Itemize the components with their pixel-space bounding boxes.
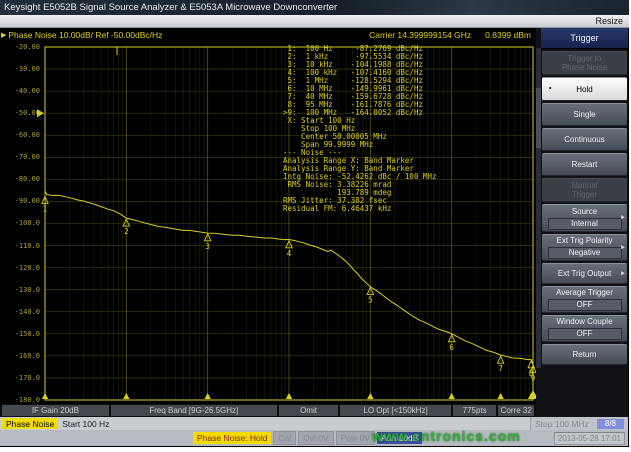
softkey-label: Hold [576, 85, 592, 94]
svg-text:2: 2 [124, 227, 129, 236]
carrier-power-readout: 0.8399 dBm [485, 30, 531, 40]
submenu-arrow-icon: ▶ [621, 243, 625, 252]
ref-level-arrow-icon [37, 109, 44, 117]
softkey-label: Restart [572, 160, 598, 169]
svg-text:6: 6 [449, 343, 454, 352]
softkey-value: OFF [548, 299, 622, 311]
svg-text:3: 3 [205, 242, 210, 251]
status-chip-cal: Cal [273, 431, 296, 445]
softkey-label: Ext Trig Output [558, 269, 611, 278]
window-title: Keysight E5052B Signal Source Analyzer &… [4, 2, 337, 13]
carrier-readout: Carrier 14.399999154 GHz [369, 30, 471, 40]
softkey-label: Source [572, 207, 597, 216]
start-frequency-field[interactable]: Start 100 Hz [62, 419, 109, 429]
phase-noise-plot: 123456789 [0, 42, 536, 404]
softkey-continuous[interactable]: Continuous [542, 128, 627, 151]
svg-text:9: 9 [531, 374, 536, 383]
band-marker-indicator-7 [497, 393, 503, 399]
softkey-label: Return [572, 350, 596, 359]
status-field-corre-32[interactable]: Corre 32 [498, 405, 534, 416]
softkey-window-couple[interactable]: Window Couple OFF [542, 315, 627, 342]
softkey-ext-trig-polarity[interactable]: Ext Trig Polarity Negative▶ [542, 234, 627, 261]
softkey-ext-trig-output[interactable]: Ext Trig Output ▶ [542, 263, 627, 284]
marker-info-readout: 1: 100 Hz -87.2769 dBc/Hz 2: 1 kHz -97.5… [283, 45, 437, 213]
submenu-arrow-icon: ▶ [621, 269, 625, 278]
softkey-return[interactable]: Return [542, 344, 627, 365]
softkey-hold[interactable]: Hold • [542, 77, 627, 101]
window-title-bar: Keysight E5052B Signal Source Analyzer &… [0, 0, 629, 15]
band-marker-indicator-6 [448, 393, 454, 399]
clock-readout: 2013-05-28 17:01 [554, 432, 625, 445]
status-field-775pts[interactable]: 775pts [453, 405, 497, 416]
svg-text:7: 7 [498, 364, 503, 373]
softkey-label: Phase Noise [562, 63, 607, 72]
softkey-label: Single [573, 110, 595, 119]
status-chip-pow-0v: Pow 0V [336, 431, 375, 445]
softkey-value: Negative [548, 247, 622, 259]
band-marker-indicator-2 [123, 393, 129, 399]
softkey-value: Internal [548, 218, 622, 230]
sweep-range-bar: Phase Noise Start 100 Hz Stop 100 MHz 8/… [0, 417, 628, 430]
status-field-if-gain-20db[interactable]: IF Gain 20dB [2, 405, 109, 416]
instrument-taskbar: Phase Noise: Hold CalOvl 0VPow 0V Attn 1… [0, 430, 628, 446]
svg-text:5: 5 [368, 295, 373, 304]
screenshot-root: Keysight E5052B Signal Source Analyzer &… [0, 0, 631, 452]
band-marker-indicator-4 [286, 393, 292, 399]
stop-frequency-section: Stop 100 MHz 8/8 [530, 417, 628, 430]
stop-frequency-field[interactable]: Stop 100 MHz [535, 419, 589, 429]
measurement-status-bar: IF Gain 20dBFreq Band [9G-26.5GHz]OmitLO… [0, 404, 536, 417]
status-field-lo-opt-150khz[interactable]: LO Opt [<150kHz] [340, 405, 451, 416]
softkey-label: Average Trigger [556, 288, 613, 297]
band-marker-bracket-icon [117, 47, 124, 55]
attenuator-chip: Attn 10dB [377, 432, 422, 444]
app-window: Keysight E5052B Signal Source Analyzer &… [0, 0, 629, 447]
softkey-sidebar: Trigger Trigger toPhase Noise Hold • Single… [536, 28, 628, 417]
softkey-label: Trigger [572, 190, 597, 199]
band-marker-indicator-1 [42, 393, 48, 399]
svg-text:4: 4 [287, 249, 292, 258]
trace-type-badge: Phase Noise [2, 418, 58, 429]
measurement-state-chip[interactable]: Phase Noise: Hold [193, 432, 271, 444]
menu-bar: Resize [0, 15, 629, 28]
measurement-display: ▶ Phase Noise 10.00dB/ Ref -50.00dBc/Hz … [0, 28, 536, 404]
selected-bullet-icon: • [549, 85, 551, 94]
softkey-restart[interactable]: Restart [542, 153, 627, 176]
softkey-label: Manual [571, 181, 597, 190]
softkey-average-trigger[interactable]: Average Trigger OFF [542, 286, 627, 313]
softkey-menu-title: Trigger [541, 28, 628, 49]
page-indicator: 8/8 [597, 419, 624, 429]
active-trace-icon: ▶ [1, 31, 6, 39]
band-marker-indicator-3 [204, 393, 210, 399]
trace-scale-label: Phase Noise 10.00dB/ Ref -50.00dBc/Hz [8, 30, 162, 40]
softkey-label: Ext Trig Polarity [556, 236, 612, 245]
softkey-single[interactable]: Single [542, 103, 627, 126]
softkey-label: Window Couple [556, 317, 612, 326]
softkey-source[interactable]: Source Internal▶ [542, 204, 627, 232]
status-field-omit[interactable]: Omit [279, 405, 338, 416]
softkey-label: Continuous [564, 135, 604, 144]
softkey-trigger-to-phase-noise: Trigger toPhase Noise [542, 51, 627, 75]
softkey-manual-trigger: ManualTrigger [542, 178, 627, 202]
softkey-value: OFF [548, 328, 622, 340]
resize-button[interactable]: Resize [595, 16, 623, 26]
band-marker-indicator-5 [367, 393, 373, 399]
status-field-freq-band-9g-26-5ghz[interactable]: Freq Band [9G-26.5GHz] [111, 405, 277, 416]
trace-header: ▶ Phase Noise 10.00dB/ Ref -50.00dBc/Hz … [1, 30, 535, 40]
submenu-arrow-icon: ▶ [621, 214, 625, 223]
status-chip-ovl-0v: Ovl 0V [298, 431, 334, 445]
svg-text:1: 1 [43, 204, 48, 213]
softkey-label: Trigger to [568, 54, 602, 63]
